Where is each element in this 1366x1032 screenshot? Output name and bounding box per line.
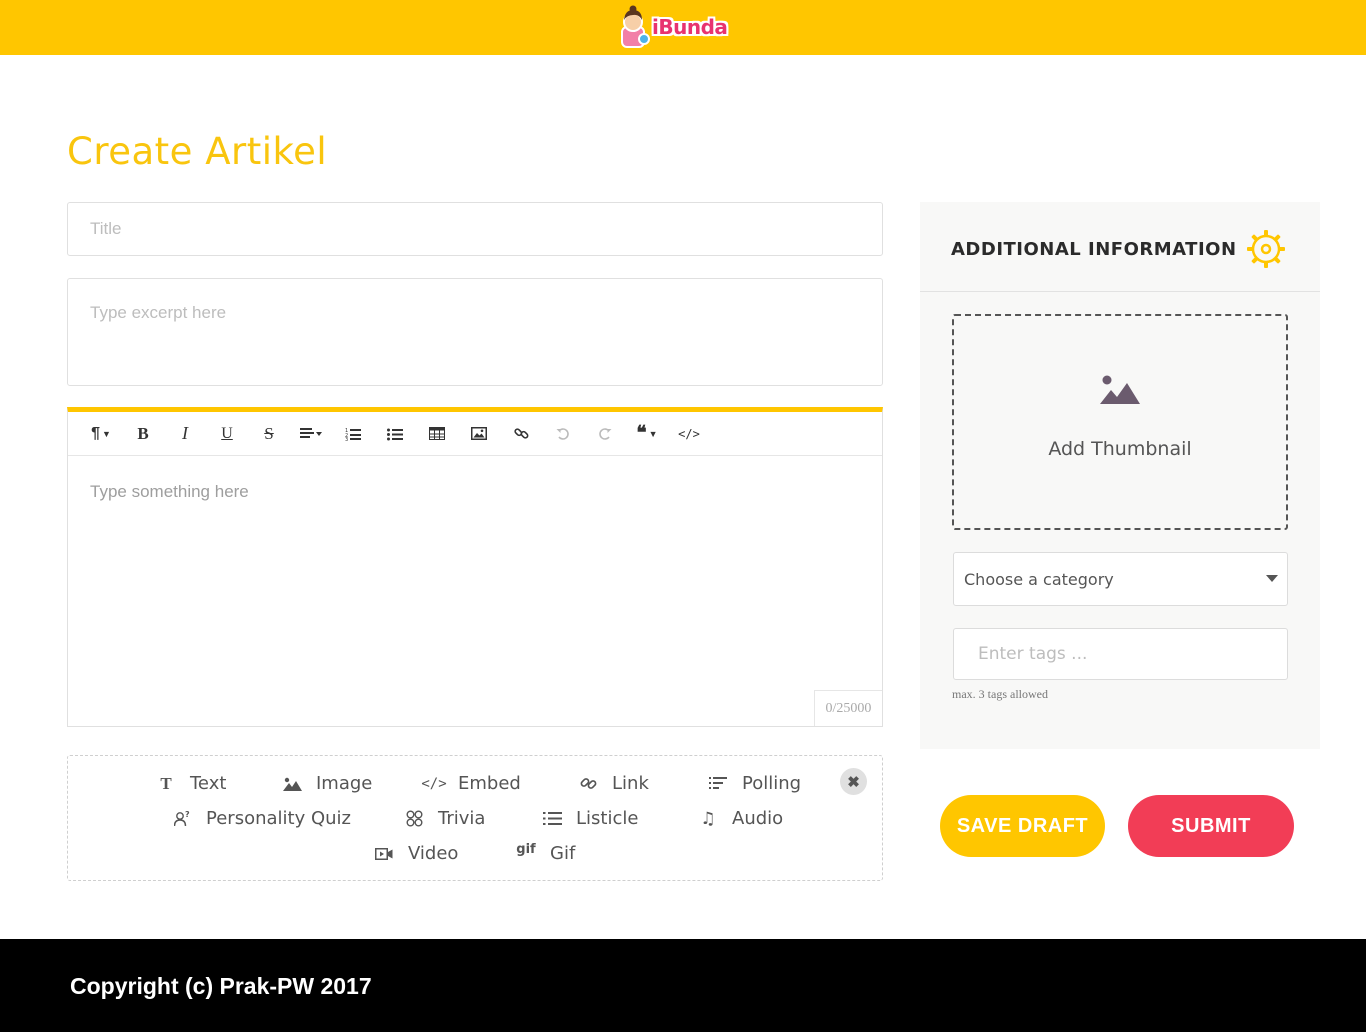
add-trivia-block-button[interactable]: Trivia: [404, 808, 485, 829]
character-counter: 0/25000: [814, 690, 882, 726]
code-view-icon[interactable]: </>: [668, 419, 710, 449]
logo[interactable]: iBunda: [618, 4, 728, 50]
page-title: Create Artikel: [67, 130, 328, 173]
audio-block-label: Audio: [732, 808, 784, 829]
title-input[interactable]: [67, 202, 883, 256]
video-block-label: Video: [408, 843, 459, 864]
gif-block-label: Gif: [550, 843, 576, 864]
additional-information-panel: ADDITIONAL INFORMATION Add Thumbnail Cho…: [920, 202, 1320, 749]
add-video-block-button[interactable]: Video: [374, 843, 458, 864]
image-block-label: Image: [316, 773, 373, 794]
copyright-text: Copyright (c) Prak-PW 2017: [70, 973, 372, 999]
submit-button[interactable]: SUBMIT: [1128, 795, 1294, 857]
category-select-value: Choose a category: [964, 569, 1114, 589]
add-thumbnail-dropzone[interactable]: Add Thumbnail: [952, 314, 1288, 530]
tags-input[interactable]: [953, 628, 1288, 680]
trivia-block-label: Trivia: [438, 808, 486, 829]
table-icon[interactable]: [416, 419, 458, 449]
ordered-list-icon[interactable]: 123: [332, 419, 374, 449]
video-icon: [374, 847, 394, 861]
tags-hint: max. 3 tags allowed: [952, 687, 1048, 701]
add-polling-block-button[interactable]: Polling: [708, 773, 801, 794]
category-select[interactable]: Choose a category: [953, 552, 1288, 606]
footer: Copyright (c) Prak-PW 2017: [0, 939, 1366, 1032]
editor-content-area[interactable]: Type something here 0/25000: [68, 456, 882, 726]
logo-mascot-icon: [618, 5, 652, 49]
bold-icon[interactable]: B: [122, 419, 164, 449]
image-icon: [1100, 374, 1140, 409]
add-listicle-block-button[interactable]: Listicle: [542, 808, 638, 829]
underline-icon[interactable]: U: [206, 419, 248, 449]
paragraph-format-icon[interactable]: ¶ ▼: [80, 419, 122, 449]
add-image-block-button[interactable]: Image: [282, 773, 372, 794]
embed-block-label: Embed: [458, 773, 521, 794]
music-note-icon: ♫: [700, 808, 716, 829]
text-icon: T: [160, 773, 172, 793]
link-icon[interactable]: [500, 419, 542, 449]
listicle-icon: [542, 811, 562, 826]
align-icon[interactable]: [290, 419, 332, 449]
code-icon: </>: [421, 775, 447, 792]
add-personality-quiz-block-button[interactable]: ? Personality Quiz: [172, 808, 351, 829]
rich-text-editor: ¶ ▼ B I U S 123 ❝ ▼ </> Type something h…: [67, 407, 883, 727]
panel-header: ADDITIONAL INFORMATION: [920, 202, 1320, 292]
gear-icon[interactable]: [1247, 230, 1285, 268]
svg-text:3: 3: [345, 437, 348, 441]
quote-icon[interactable]: ❝ ▼: [626, 419, 668, 449]
insert-image-icon[interactable]: [458, 419, 500, 449]
close-block-menu-button[interactable]: ✖: [840, 768, 867, 795]
editor-toolbar: ¶ ▼ B I U S 123 ❝ ▼ </>: [68, 412, 882, 456]
listicle-block-label: Listicle: [576, 808, 639, 829]
excerpt-input[interactable]: [67, 278, 883, 386]
chevron-down-icon: [1266, 575, 1278, 582]
add-gif-block-button[interactable]: gif Gif: [516, 842, 576, 864]
gif-icon: gif: [516, 842, 536, 857]
add-text-block-button[interactable]: T Text: [156, 773, 226, 794]
strikethrough-icon[interactable]: S: [248, 419, 290, 449]
trivia-icon: [404, 810, 424, 827]
add-link-block-button[interactable]: Link: [578, 773, 649, 794]
save-draft-button[interactable]: SAVE DRAFT: [940, 795, 1105, 857]
text-block-label: Text: [190, 773, 227, 794]
redo-icon[interactable]: [584, 419, 626, 449]
top-bar: iBunda: [0, 0, 1366, 55]
add-audio-block-button[interactable]: ♫ Audio: [698, 808, 783, 829]
polling-icon: [708, 776, 728, 791]
panel-title: ADDITIONAL INFORMATION: [951, 239, 1237, 260]
add-embed-block-button[interactable]: </> Embed: [421, 773, 521, 794]
editor-placeholder: Type something here: [90, 482, 249, 501]
logo-text: iBunda: [652, 15, 728, 39]
undo-icon[interactable]: [542, 419, 584, 449]
add-thumbnail-label: Add Thumbnail: [1048, 438, 1192, 460]
add-block-menu: T Text Image </> Embed Link Polling ✖ ? …: [67, 755, 883, 881]
image-icon: [282, 777, 302, 791]
link-block-label: Link: [612, 773, 649, 794]
personality-quiz-block-label: Personality Quiz: [206, 808, 351, 829]
link-icon: [578, 775, 598, 792]
italic-icon[interactable]: I: [164, 419, 206, 449]
unordered-list-icon[interactable]: [374, 419, 416, 449]
polling-block-label: Polling: [742, 773, 802, 794]
personality-quiz-icon: ?: [172, 810, 192, 827]
svg-text:?: ?: [185, 810, 190, 819]
